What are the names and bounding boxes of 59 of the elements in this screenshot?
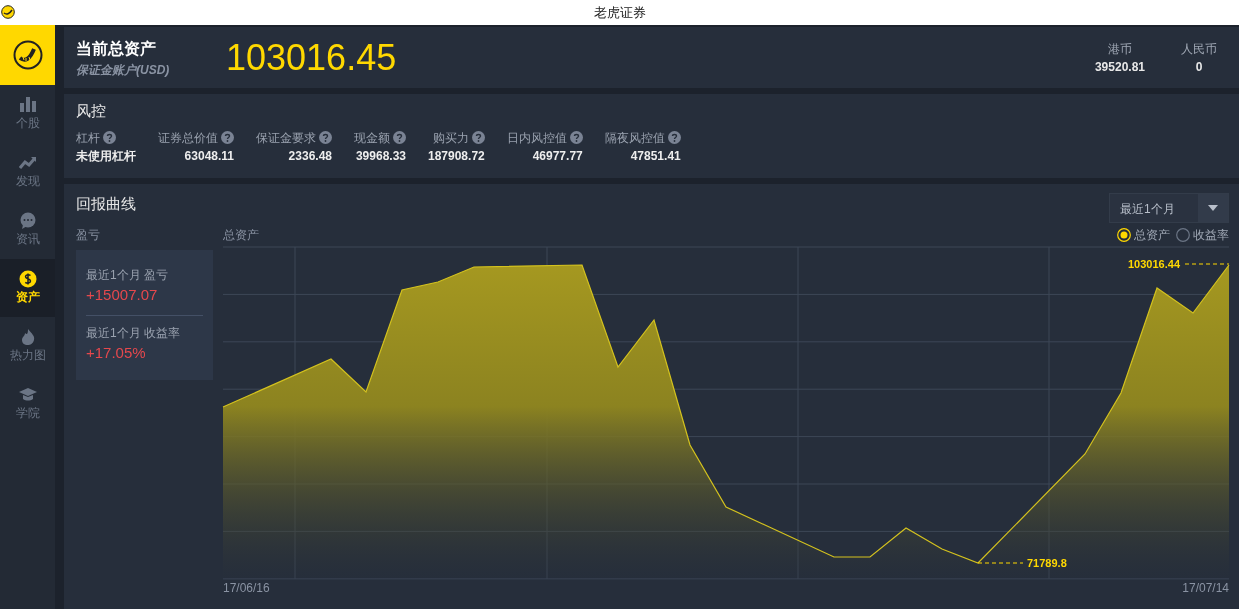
leader-line <box>977 562 1024 564</box>
window-title: 老虎证券 <box>593 4 646 22</box>
metric-value: 39968.33 <box>355 147 406 165</box>
metric-value: 未使用杠杆 <box>76 147 136 165</box>
pnl-label: 盈亏 <box>76 227 101 244</box>
sidebar-item[interactable]: 资产 <box>0 259 55 317</box>
total-assets-value: 103016.45 <box>226 39 397 76</box>
metric-label: 日内风控值 <box>506 129 567 147</box>
header-title: 当前总资产 <box>76 38 157 59</box>
currency-label: 人民币 <box>1181 40 1217 58</box>
sidebar-item[interactable]: 学院 <box>0 375 55 433</box>
metric-value: 47851.41 <box>630 147 681 165</box>
dollar-coin-icon <box>18 270 37 288</box>
summary-value: +15007.07 <box>86 285 159 305</box>
help-icon[interactable] <box>221 131 234 144</box>
sidebar-item[interactable]: 热力图 <box>0 317 55 375</box>
start-date: 17/06/16 <box>223 580 270 597</box>
chart-mode-radio[interactable]: 总资产 <box>1117 226 1170 244</box>
trend-line-icon <box>18 154 37 172</box>
app-logo-icon <box>1 5 15 19</box>
metric-label: 现金额 <box>354 129 390 147</box>
section-title: 风控 <box>76 101 107 121</box>
summary-value: +17.05% <box>86 342 147 363</box>
bar-chart-icon <box>18 96 37 114</box>
metric-label: 证券总价值 <box>158 129 218 147</box>
help-icon[interactable] <box>103 131 116 144</box>
metric-value: 187908.72 <box>428 147 485 165</box>
chart-title: 总资产 <box>223 227 259 244</box>
summary-label: 最近1个月 收益率 <box>86 324 181 342</box>
logo-icon <box>12 40 43 70</box>
help-icon[interactable] <box>569 131 583 144</box>
metric-value: 2336.48 <box>288 147 332 165</box>
section-title: 回报曲线 <box>76 194 136 214</box>
end-date: 17/07/14 <box>1182 580 1229 597</box>
help-icon[interactable] <box>471 131 485 144</box>
currency-value: 0 <box>1195 58 1203 76</box>
help-icon[interactable] <box>393 131 406 144</box>
range-select[interactable]: 最近1个月 <box>1109 193 1229 223</box>
currency-label: 港币 <box>1107 40 1132 58</box>
metric-label: 保证金要求 <box>256 129 316 147</box>
metric-label: 购买力 <box>432 129 469 147</box>
metric-label: 杠杆 <box>76 129 100 147</box>
help-icon[interactable] <box>667 131 681 144</box>
leader-line <box>1184 263 1230 265</box>
max-value-label: 103016.44 <box>1128 258 1180 270</box>
metric-value: 46977.77 <box>532 147 583 165</box>
caret-icon <box>1208 205 1218 211</box>
account-type: 保证金账户(USD) <box>76 61 171 79</box>
help-icon[interactable] <box>319 131 332 144</box>
min-value-label: 71789.8 <box>1027 557 1067 569</box>
chart-mode-radio[interactable]: 收益率 <box>1176 226 1229 244</box>
currency-value: 39520.81 <box>1094 58 1145 76</box>
metric-value: 63048.11 <box>184 147 234 165</box>
summary-label: 最近1个月 盈亏 <box>86 267 169 284</box>
metric-label: 隔夜风控值 <box>604 129 665 147</box>
sidebar-item[interactable]: 个股 <box>0 85 55 143</box>
speech-bubble-icon <box>18 212 37 230</box>
sidebar-item[interactable]: 发现 <box>0 143 55 201</box>
sidebar-item[interactable]: 资讯 <box>0 201 55 259</box>
